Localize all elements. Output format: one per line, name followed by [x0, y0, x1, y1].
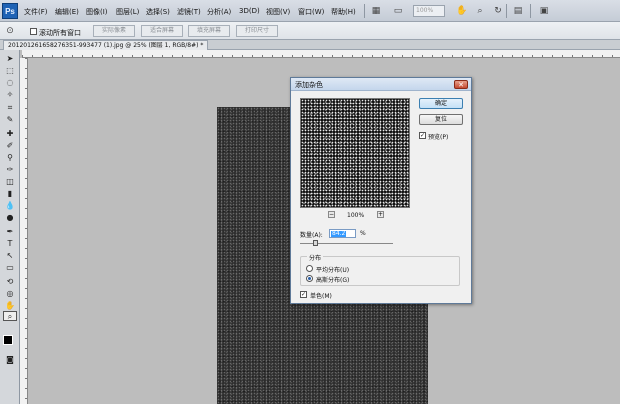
- menu-analysis[interactable]: 分析(A): [207, 7, 231, 17]
- document-tab-bar: 201201261658276351-993477 (1).jpg @ 25% …: [0, 40, 620, 50]
- uniform-radio[interactable]: [306, 265, 313, 272]
- shape-tool-icon[interactable]: ▭: [3, 263, 17, 273]
- zoom-out-button[interactable]: −: [328, 211, 335, 218]
- menu-select[interactable]: 选择(S): [146, 7, 170, 17]
- quick-mask-icon[interactable]: ◙: [3, 355, 17, 365]
- clone-stamp-tool-icon[interactable]: ⚲: [3, 153, 17, 163]
- document-tab[interactable]: 201201261658276351-993477 (1).jpg @ 25% …: [3, 40, 209, 50]
- checkmark-icon: ✓: [420, 132, 426, 139]
- healing-brush-tool-icon[interactable]: ✚: [3, 129, 17, 139]
- toolbar-separator: [506, 4, 507, 18]
- zoom-tool-icon[interactable]: ⌕: [474, 5, 486, 17]
- monochromatic-label: 单色(M): [310, 293, 332, 300]
- view-extras-icon[interactable]: ▭: [392, 5, 404, 17]
- menu-3d[interactable]: 3D(D): [239, 7, 260, 15]
- photoshop-logo: Ps: [2, 3, 18, 19]
- amount-slider-thumb[interactable]: [313, 240, 318, 246]
- eyedropper-tool-icon[interactable]: ✎: [3, 115, 17, 125]
- zoom-tool-icon[interactable]: ⌕: [3, 311, 17, 321]
- menu-view[interactable]: 视图(V): [266, 7, 290, 17]
- screen-mode-icon[interactable]: ▣: [538, 5, 550, 17]
- print-size-button[interactable]: 打印尺寸: [236, 25, 278, 37]
- preview-zoom-level: 100%: [347, 212, 365, 219]
- arrange-documents-icon[interactable]: ▤: [512, 5, 524, 17]
- gaussian-label: 高斯分布(G): [316, 277, 350, 284]
- reset-button[interactable]: 复位: [419, 114, 463, 125]
- bridge-icon[interactable]: ▦: [370, 5, 382, 17]
- gaussian-radio[interactable]: [306, 275, 313, 282]
- crop-tool-icon[interactable]: ⌗: [3, 103, 17, 113]
- lasso-tool-icon[interactable]: ◌: [3, 78, 17, 88]
- menu-image[interactable]: 图像(I): [86, 7, 108, 17]
- magic-wand-tool-icon[interactable]: ✧: [3, 90, 17, 100]
- menu-layer[interactable]: 图层(L): [116, 7, 139, 17]
- blur-tool-icon[interactable]: 💧: [3, 201, 17, 211]
- fit-screen-button[interactable]: 适合屏幕: [141, 25, 183, 37]
- vertical-ruler: [20, 58, 28, 404]
- menu-bar: Ps 文件(F) 编辑(E) 图像(I) 图层(L) 选择(S) 滤镜(T) 分…: [0, 0, 620, 22]
- actual-pixels-button[interactable]: 实际像素: [93, 25, 135, 37]
- move-tool-icon[interactable]: ➤: [3, 54, 17, 64]
- foreground-color-swatch[interactable]: [3, 335, 13, 345]
- eraser-tool-icon[interactable]: ◫: [3, 177, 17, 187]
- hand-tool-icon[interactable]: ✋: [456, 5, 468, 17]
- dodge-tool-icon[interactable]: ●: [3, 213, 17, 223]
- type-tool-icon[interactable]: T: [3, 239, 17, 249]
- amount-unit: %: [360, 230, 366, 237]
- brush-tool-icon[interactable]: ✐: [3, 141, 17, 151]
- amount-input[interactable]: 84.2: [329, 229, 356, 238]
- menu-filter[interactable]: 滤镜(T): [177, 7, 201, 17]
- distribution-group: 分布 平均分布(U) 高斯分布(G): [300, 253, 460, 286]
- zoom-tool-preset-icon[interactable]: ⊙: [4, 25, 16, 37]
- scroll-all-windows-checkbox[interactable]: [30, 28, 37, 35]
- amount-value: 84.2: [331, 230, 347, 237]
- monochromatic-checkbox[interactable]: ✓: [300, 291, 307, 298]
- zoom-in-button[interactable]: +: [377, 211, 384, 218]
- menu-help[interactable]: 帮助(H): [331, 7, 356, 17]
- ok-button[interactable]: 确定: [419, 98, 463, 109]
- scroll-all-windows-label: 滚动所有窗口: [39, 29, 81, 37]
- history-brush-tool-icon[interactable]: ✑: [3, 165, 17, 175]
- menu-file[interactable]: 文件(F): [24, 7, 48, 17]
- toolbar-separator: [530, 4, 531, 18]
- dialog-title: 添加杂色: [295, 81, 323, 89]
- uniform-label: 平均分布(U): [316, 267, 350, 274]
- checkmark-icon: ✓: [301, 291, 307, 298]
- marquee-tool-icon[interactable]: ⬚: [3, 66, 17, 76]
- toolbar-separator: [364, 4, 365, 18]
- zoom-level-field[interactable]: 100%: [413, 5, 445, 17]
- path-selection-tool-icon[interactable]: ↖: [3, 251, 17, 261]
- 3d-orbit-tool-icon[interactable]: ◎: [3, 289, 17, 299]
- menu-edit[interactable]: 编辑(E): [55, 7, 79, 17]
- options-bar: ⊙ 滚动所有窗口 实际像素 适合屏幕 填充屏幕 打印尺寸: [0, 22, 620, 40]
- distribution-label: 分布: [307, 253, 324, 262]
- rotate-view-icon[interactable]: ↻: [492, 5, 504, 17]
- amount-label: 数量(A):: [300, 232, 323, 239]
- add-noise-dialog: 添加杂色 ✕ − 100% + 确定 复位 ✓ 预览(P) 数量(A): 84.…: [290, 77, 472, 304]
- horizontal-ruler: [22, 50, 620, 58]
- menu-window[interactable]: 窗口(W): [298, 7, 324, 17]
- gradient-tool-icon[interactable]: ▮: [3, 189, 17, 199]
- hand-tool-icon[interactable]: ✋: [3, 301, 17, 311]
- close-icon[interactable]: ✕: [454, 80, 468, 89]
- noise-preview[interactable]: [300, 98, 410, 208]
- dialog-titlebar: 添加杂色 ✕: [291, 78, 471, 91]
- preview-label: 预览(P): [428, 134, 449, 141]
- preview-checkbox[interactable]: ✓: [419, 132, 426, 139]
- fill-screen-button[interactable]: 填充屏幕: [188, 25, 230, 37]
- pen-tool-icon[interactable]: ✒: [3, 227, 17, 237]
- 3d-rotate-tool-icon[interactable]: ⟲: [3, 277, 17, 287]
- toolbox: ➤ ⬚ ◌ ✧ ⌗ ✎ ✚ ✐ ⚲ ✑ ◫ ▮ 💧 ● ✒ T ↖ ▭ ⟲ ◎ …: [0, 50, 20, 404]
